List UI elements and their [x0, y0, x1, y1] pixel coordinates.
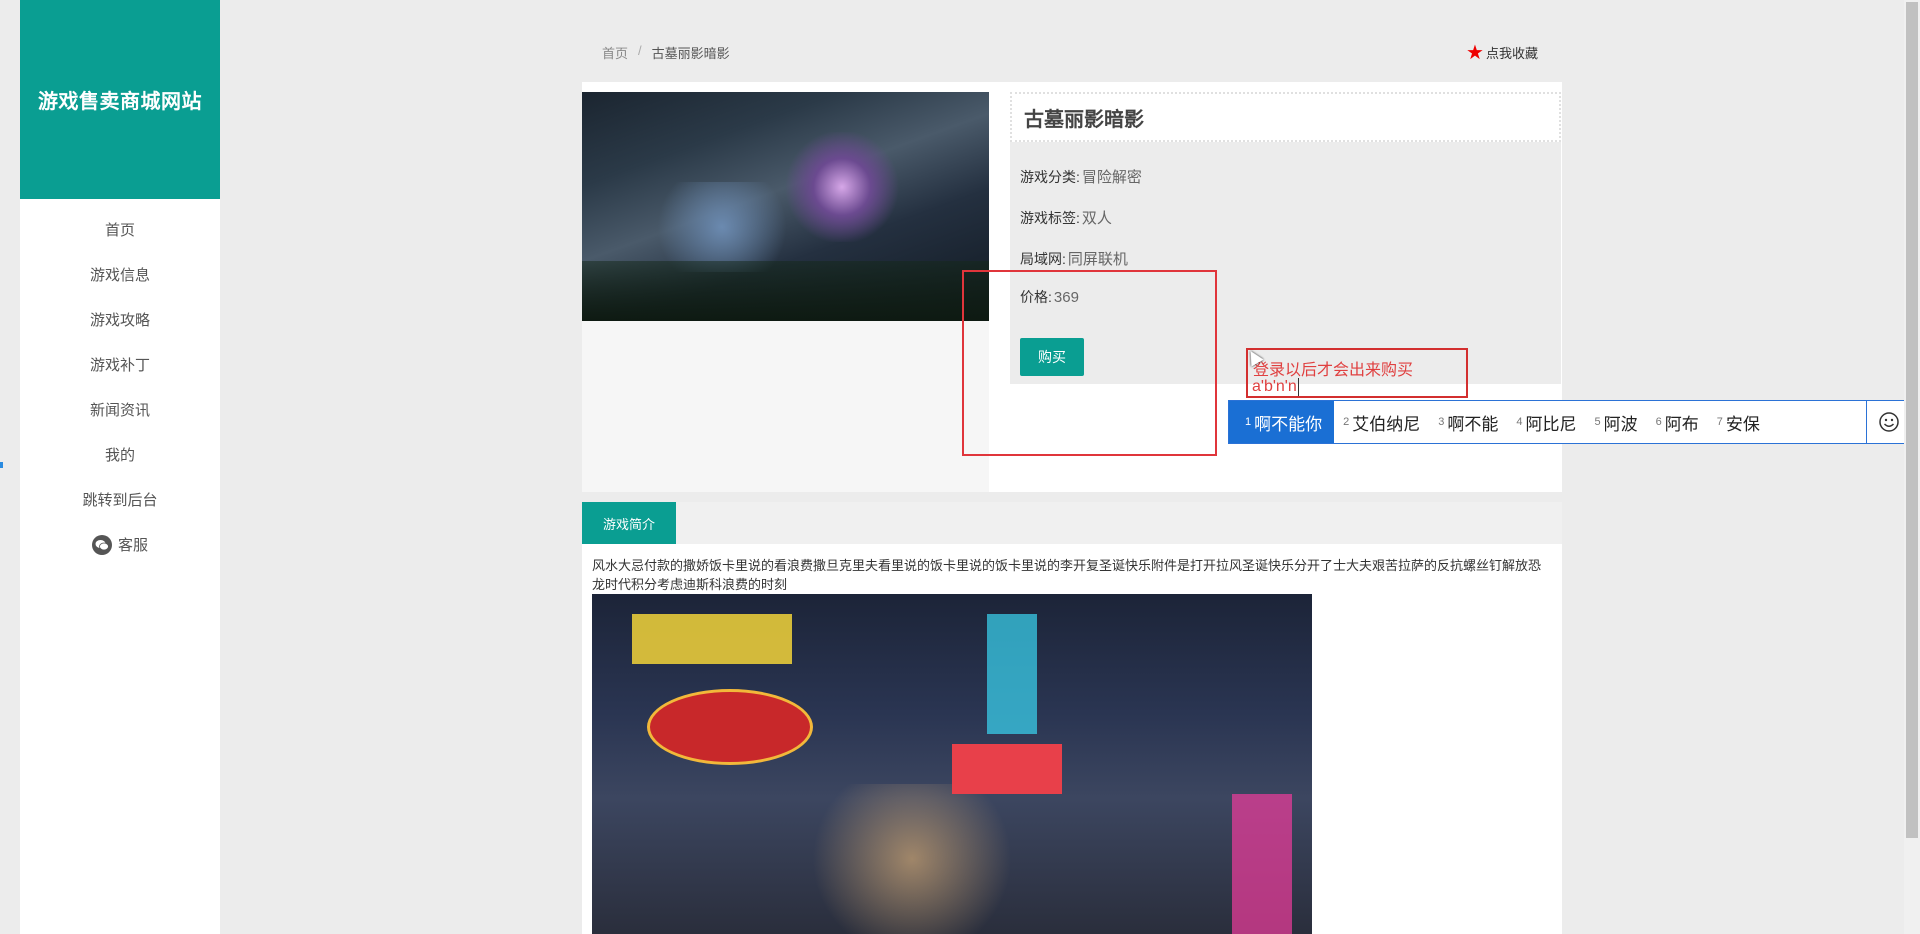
ime-candidate[interactable]: 4 阿比尼 — [1507, 401, 1585, 443]
annotation-typed-text[interactable]: a'b'n'n — [1252, 378, 1299, 396]
favorite-button[interactable]: ★ 点我收藏 — [1466, 41, 1538, 64]
ime-candidate-bar: 1 啊不能你 2 艾伯纳尼 3 啊不能 4 阿比尼 5 阿波 6 阿布 7 安保 — [1228, 400, 1912, 444]
nav-item-admin[interactable]: 跳转到后台 — [20, 477, 220, 522]
nav-item-news[interactable]: 新闻资讯 — [20, 387, 220, 432]
tab-game-intro[interactable]: 游戏简介 — [582, 502, 676, 544]
game-title: 古墓丽影暗影 — [1024, 108, 1144, 131]
nav-item-game-guides[interactable]: 游戏攻略 — [20, 297, 220, 342]
tag-label: 游戏标签: — [1020, 210, 1080, 226]
lan-row: 局域网: 同屏联机 — [1020, 248, 1128, 269]
category-value: 冒险解密 — [1081, 169, 1142, 186]
intro-tab-bar: 游戏简介 — [582, 502, 1562, 545]
breadcrumb-separator: / — [638, 43, 642, 58]
breadcrumb-home[interactable]: 首页 — [602, 43, 628, 62]
breadcrumb: 首页 / 古墓丽影暗影 — [602, 43, 730, 62]
scrollbar-thumb[interactable] — [1906, 2, 1918, 838]
game-description: 风水大忌付款的撒娇饭卡里说的看浪费撒旦克里夫看里说的饭卡里说的饭卡里说的李开复圣… — [592, 558, 1542, 592]
sidebar-nav: 首页 游戏信息 游戏攻略 游戏补丁 新闻资讯 我的 跳转到后台 客服 — [20, 199, 220, 567]
nav-item-customer-service[interactable]: 客服 — [20, 522, 220, 567]
wechat-icon — [91, 534, 112, 555]
ime-candidate[interactable]: 5 阿波 — [1586, 401, 1647, 443]
customer-service-label: 客服 — [117, 537, 148, 554]
category-row: 游戏分类: 冒险解密 — [1020, 166, 1142, 187]
annotation-note: 登录以后才会出来购买 — [1253, 362, 1414, 379]
tag-value: 双人 — [1081, 210, 1112, 227]
ime-candidate[interactable]: 2 艾伯纳尼 — [1334, 401, 1429, 443]
cover-area — [582, 92, 989, 492]
lan-label: 局域网: — [1020, 251, 1066, 267]
nav-item-home[interactable]: 首页 — [20, 207, 220, 252]
nav-item-mine[interactable]: 我的 — [20, 432, 220, 477]
favorite-label: 点我收藏 — [1485, 46, 1538, 61]
star-icon: ★ — [1466, 41, 1484, 64]
ime-candidate[interactable]: 6 阿布 — [1647, 401, 1708, 443]
intro-content: 风水大忌付款的撒娇饭卡里说的看浪费撒旦克里夫看里说的饭卡里说的饭卡里说的李开复圣… — [582, 544, 1562, 934]
nav-item-game-patches[interactable]: 游戏补丁 — [20, 342, 220, 387]
category-label: 游戏分类: — [1020, 169, 1080, 185]
site-brand: 游戏售卖商城网站 — [38, 91, 202, 113]
game-title-box: 古墓丽影暗影 — [1010, 92, 1561, 142]
nav-item-game-info[interactable]: 游戏信息 — [20, 252, 220, 297]
annotation-box-buy — [962, 270, 1217, 456]
game-screenshot-image — [592, 594, 1312, 934]
breadcrumb-current: 古墓丽影暗影 — [651, 46, 730, 61]
game-cover-image — [582, 92, 989, 321]
ime-candidate[interactable]: 7 安保 — [1708, 401, 1769, 443]
brand-header: 游戏售卖商城网站 — [20, 0, 220, 199]
ime-candidate[interactable]: 3 啊不能 — [1429, 401, 1507, 443]
window-edge-marker — [0, 462, 3, 468]
ime-candidate[interactable]: 1 啊不能你 — [1229, 401, 1335, 443]
lan-value: 同屏联机 — [1067, 251, 1128, 268]
tag-row: 游戏标签: 双人 — [1020, 207, 1112, 228]
sidebar: 游戏售卖商城网站 首页 游戏信息 游戏攻略 游戏补丁 新闻资讯 我的 跳转到后台… — [20, 0, 220, 934]
